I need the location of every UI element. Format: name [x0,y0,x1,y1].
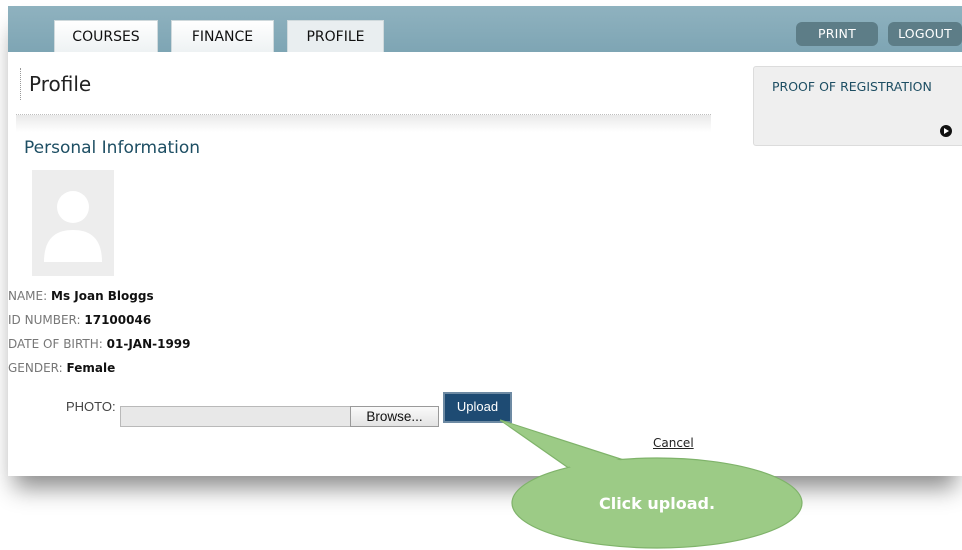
gender-label: GENDER: [8,361,63,375]
name-label: NAME: [8,289,48,303]
callout-text: Click upload. [598,494,716,513]
tab-courses[interactable]: COURSES [54,20,158,52]
user-silhouette-icon [44,191,102,262]
photo-label: PHOTO: [66,399,116,414]
id-number-label: ID NUMBER: [8,313,81,327]
top-nav-bar: COURSES FINANCE PROFILE PRINT LOGOUT [8,6,962,52]
logout-button[interactable]: LOGOUT [888,22,962,46]
screenshot-panel: COURSES FINANCE PROFILE PRINT LOGOUT Pro… [8,6,962,476]
proof-of-registration-box[interactable]: PROOF OF REGISTRATION [753,66,962,146]
gender-row: GENDER: Female [8,361,115,375]
gender-value: Female [66,361,116,375]
cancel-link[interactable]: Cancel [653,436,694,450]
dob-row: DATE OF BIRTH: 01-JAN-1999 [8,337,191,351]
proof-of-registration-label: PROOF OF REGISTRATION [772,79,932,94]
avatar-placeholder [32,170,114,276]
dob-label: DATE OF BIRTH: [8,337,103,351]
title-divider [16,114,711,132]
photo-file-input[interactable] [120,406,352,427]
dob-value: 01-JAN-1999 [106,337,191,351]
print-button[interactable]: PRINT [796,22,878,46]
arrow-circle-right-icon[interactable] [940,125,952,137]
upload-button[interactable]: Upload [443,392,512,423]
id-number-row: ID NUMBER: 17100046 [8,313,151,327]
name-value: Ms Joan Bloggs [51,289,154,303]
name-row: NAME: Ms Joan Bloggs [8,289,154,303]
browse-button[interactable]: Browse... [350,406,439,427]
tab-profile[interactable]: PROFILE [287,20,384,52]
section-title-personal-info: Personal Information [24,138,201,158]
tab-finance[interactable]: FINANCE [171,20,274,52]
page-title: Profile [20,68,91,100]
id-number-value: 17100046 [84,313,152,327]
